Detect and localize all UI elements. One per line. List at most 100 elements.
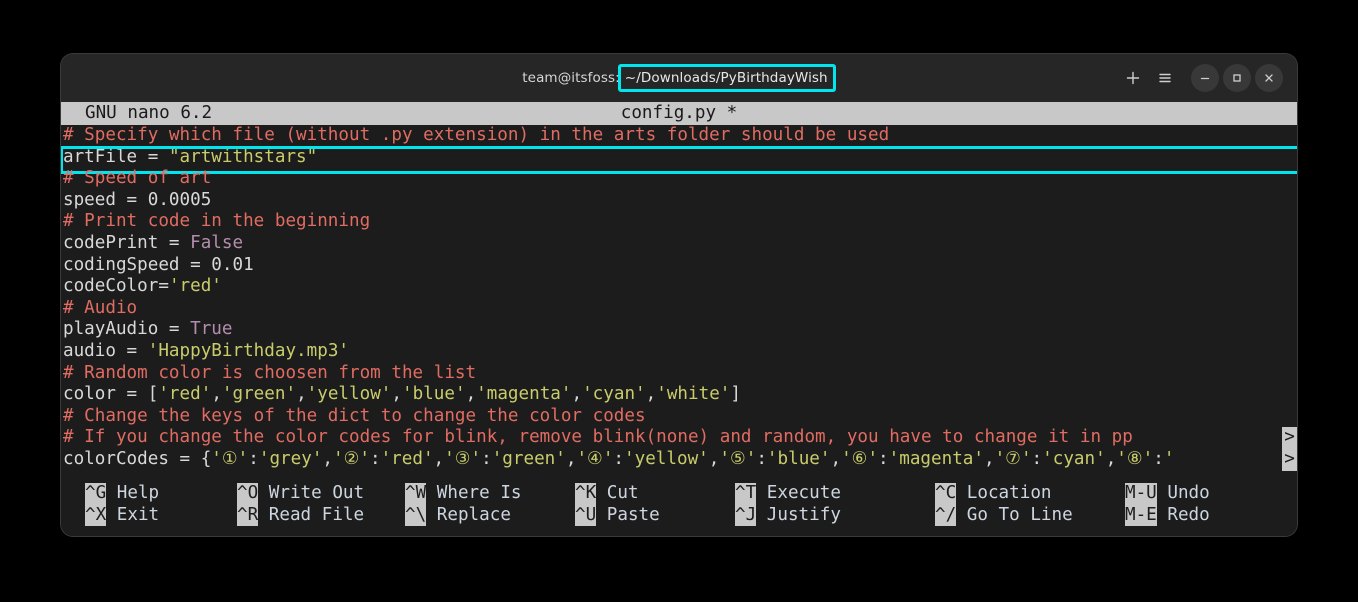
shortcut-row: ^X Exit ^R Read File ^\ Replace ^U Paste ^J …	[61, 505, 1297, 527]
code-token: 'blue'	[402, 384, 466, 404]
close-icon[interactable]	[1255, 64, 1283, 92]
shortcut-help[interactable]: ^G Help	[85, 483, 159, 505]
line-audio[interactable]: audio = 'HappyBirthday.mp3'	[61, 341, 1297, 363]
code-token: '②'	[333, 449, 370, 469]
nano-filename-label: config.py *	[61, 103, 1297, 125]
line-comment-speed[interactable]: # Speed of art	[61, 168, 1297, 190]
shortcut-where-is[interactable]: ^W Where Is	[405, 483, 522, 505]
screen: team@itsfoss: ~/Downloads/PyBirthdayWish	[0, 0, 1358, 602]
shortcut-label: Help	[106, 483, 159, 505]
code-token: 'grey'	[259, 449, 323, 469]
code-token: 'yellow'	[624, 449, 709, 469]
code-token: :	[481, 449, 492, 469]
shortcut-label: Undo	[1157, 483, 1210, 505]
nano-shortcut-bar: ^G Help ^O Write Out ^W Where Is ^K Cut ^T E…	[61, 483, 1297, 536]
code-token: ,	[296, 384, 307, 404]
code-token: colorCodes = {	[63, 449, 211, 469]
shortcut-undo[interactable]: M-U Undo	[1125, 483, 1210, 505]
line-comment-randomcolor[interactable]: # Random color is choosen from the list	[61, 363, 1297, 385]
code-token: # Audio	[63, 298, 137, 318]
shortcut-key: ^/	[935, 505, 956, 527]
code-token: False	[190, 233, 243, 253]
code-token: 'yellow'	[307, 384, 392, 404]
shortcut-label: Execute	[756, 483, 841, 505]
code-token: ,	[572, 384, 583, 404]
code-token: :	[248, 449, 259, 469]
shortcut-label: Go To Line	[956, 505, 1073, 527]
code-token: :	[878, 449, 889, 469]
line-comment-specify[interactable]: # Specify which file (without .py extens…	[61, 125, 1297, 147]
shortcut-write-out[interactable]: ^O Write Out	[237, 483, 364, 505]
code-token: :	[1153, 449, 1164, 469]
shortcut-redo[interactable]: M-E Redo	[1125, 505, 1210, 527]
new-tab-icon[interactable]	[1119, 64, 1147, 92]
shortcut-label: Write Out	[258, 483, 364, 505]
code-token: ]	[730, 384, 741, 404]
code-token: 'red'	[158, 384, 211, 404]
line-artfile[interactable]: artFile = "artwithstars"	[61, 147, 1297, 169]
code-token: 'red'	[381, 449, 434, 469]
line-continuation-marker: >	[1282, 427, 1297, 449]
line-color[interactable]: color = ['red','green','yellow','blue','…	[61, 384, 1297, 406]
line-playaudio[interactable]: playAudio = True	[61, 319, 1297, 341]
code-token: 'cyan'	[582, 384, 646, 404]
menu-icon[interactable]	[1151, 64, 1179, 92]
shortcut-execute[interactable]: ^T Execute	[735, 483, 841, 505]
line-comment-audio[interactable]: # Audio	[61, 298, 1297, 320]
nano-title-bar: GNU nano 6.2 config.py *	[61, 102, 1297, 125]
shortcut-cut[interactable]: ^K Cut	[575, 483, 639, 505]
shortcut-go-to-line[interactable]: ^/ Go To Line	[935, 505, 1073, 527]
code-token: "artwithstars"	[169, 147, 317, 167]
code-token: '⑤'	[719, 449, 756, 469]
shortcut-key: ^J	[735, 505, 756, 527]
line-comment-changekeys[interactable]: # Change the keys of the dict to change …	[61, 406, 1297, 428]
maximize-icon[interactable]	[1223, 64, 1251, 92]
minimize-icon[interactable]	[1191, 64, 1219, 92]
shortcut-key: ^R	[237, 505, 258, 527]
line-codingspeed[interactable]: codingSpeed = 0.01	[61, 255, 1297, 277]
code-token: # Print code in the beginning	[63, 211, 370, 231]
code-token: ,	[566, 449, 577, 469]
code-token: playAudio =	[63, 319, 190, 339]
line-codecolor[interactable]: codeColor='red'	[61, 276, 1297, 298]
line-colorcodes[interactable]: colorCodes = {'①':'grey','②':'red','③':'…	[61, 449, 1297, 471]
line-speed[interactable]: speed = 0.0005	[61, 190, 1297, 212]
nano-editor[interactable]: GNU nano 6.2 config.py * # Specify which…	[61, 102, 1297, 536]
shortcut-label: Justify	[756, 505, 841, 527]
line-codeprint[interactable]: codePrint = False	[61, 233, 1297, 255]
code-token: 'red'	[169, 276, 222, 296]
shortcut-key: M-E	[1125, 505, 1157, 527]
shortcut-key: ^K	[575, 483, 596, 505]
terminal-window: team@itsfoss: ~/Downloads/PyBirthdayWish	[61, 54, 1297, 536]
code-token: '	[1164, 449, 1175, 469]
line-comment-blink[interactable]: # If you change the color codes for blin…	[61, 427, 1297, 449]
shortcut-key: M-U	[1125, 483, 1157, 505]
code-token: ,	[466, 384, 477, 404]
shortcut-paste[interactable]: ^U Paste	[575, 505, 660, 527]
window-title-path: ~/Downloads/PyBirthdayWish	[625, 70, 828, 86]
code-token: # Change the keys of the dict to change …	[63, 406, 646, 426]
shortcut-exit[interactable]: ^X Exit	[85, 505, 159, 527]
window-title-prefix: team@itsfoss:	[522, 70, 620, 86]
code-token: 'blue'	[767, 449, 831, 469]
code-token: :	[756, 449, 767, 469]
code-token: codingSpeed = 0.01	[63, 255, 254, 275]
shortcut-key: ^X	[85, 505, 106, 527]
title-bar[interactable]: team@itsfoss: ~/Downloads/PyBirthdayWish	[61, 54, 1297, 102]
code-token: '⑥'	[841, 449, 878, 469]
shortcut-replace[interactable]: ^\ Replace	[405, 505, 511, 527]
shortcut-label: Redo	[1157, 505, 1210, 527]
shortcut-justify[interactable]: ^J Justify	[735, 505, 841, 527]
code-token: audio =	[63, 341, 148, 361]
code-area[interactable]: # Specify which file (without .py extens…	[61, 125, 1297, 483]
shortcut-location[interactable]: ^C Location	[935, 483, 1052, 505]
window-title-path-highlight: ~/Downloads/PyBirthdayWish	[618, 64, 836, 92]
code-token: 'green'	[492, 449, 566, 469]
line-comment-printcode[interactable]: # Print code in the beginning	[61, 211, 1297, 233]
code-token: ,	[322, 449, 333, 469]
shortcut-read-file[interactable]: ^R Read File	[237, 505, 364, 527]
shortcut-key: ^G	[85, 483, 106, 505]
shortcut-key: ^W	[405, 483, 426, 505]
code-token: 'HappyBirthday.mp3'	[148, 341, 349, 361]
line-continuation-marker: >	[1282, 449, 1297, 471]
